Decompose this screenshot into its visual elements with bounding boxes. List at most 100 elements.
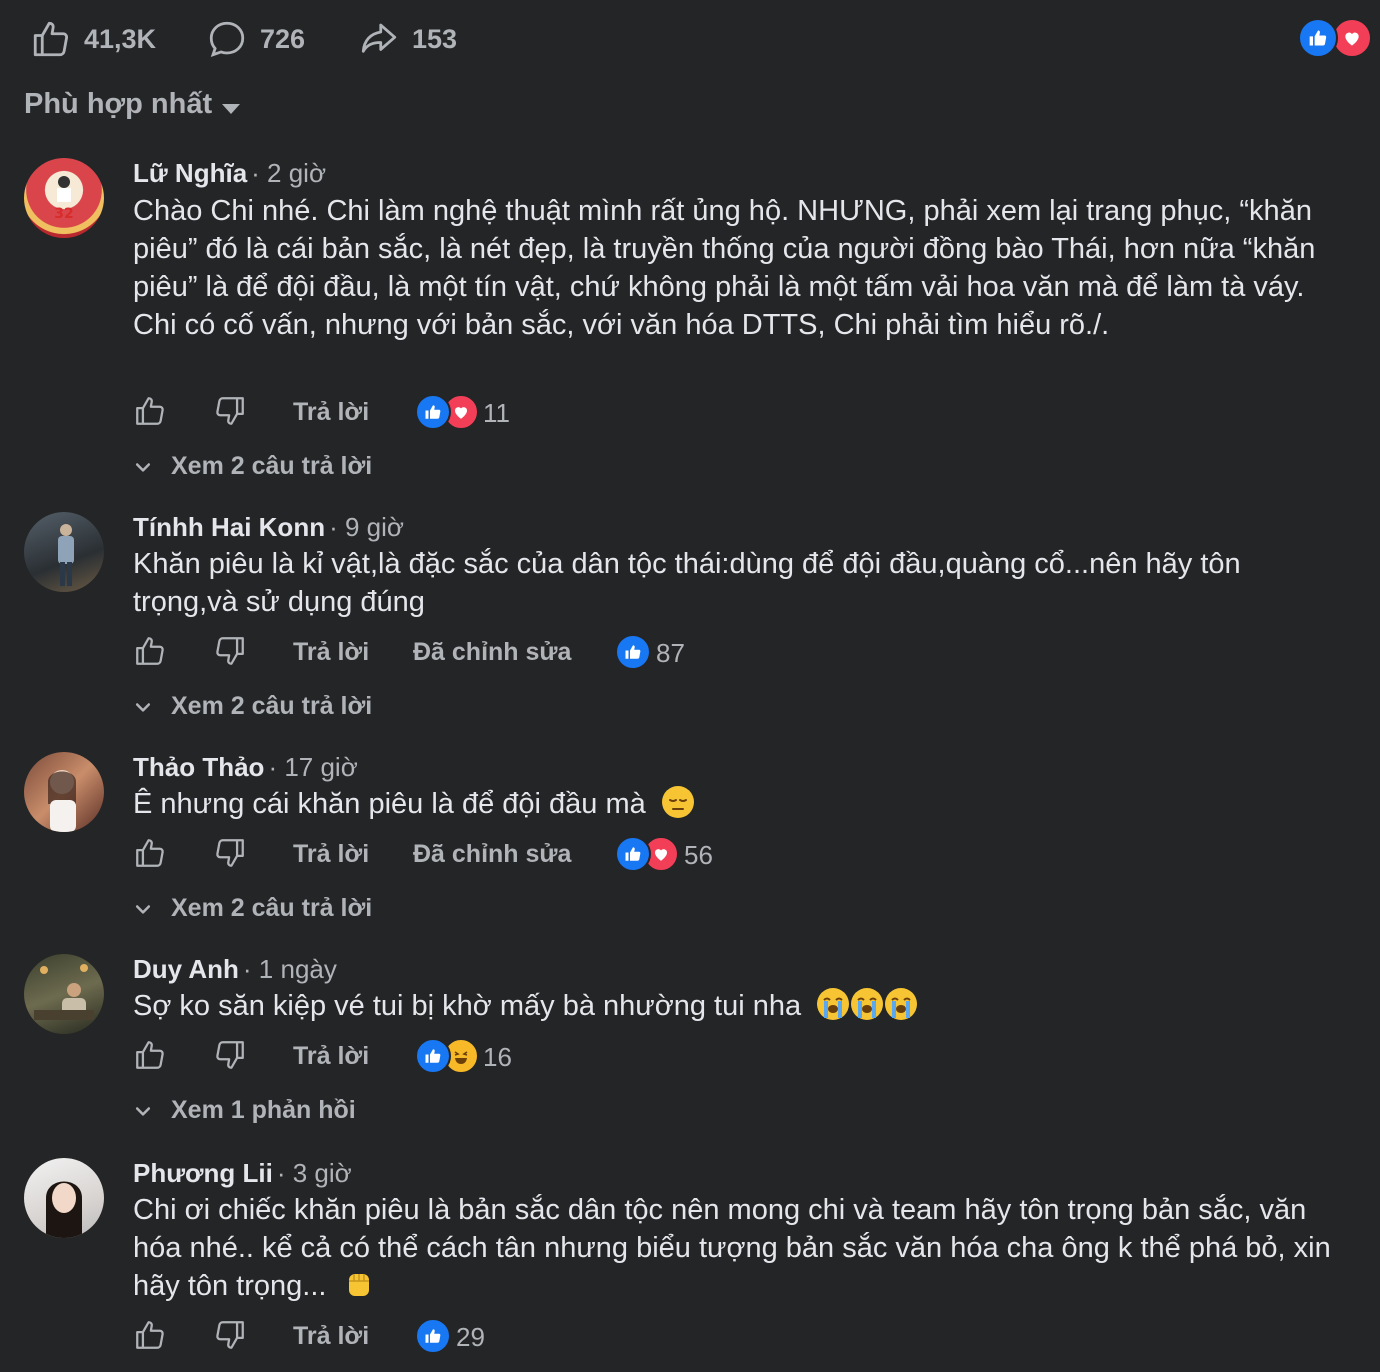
comment-text: Khăn piêu là kỉ vật,là đặc sắc của dân t… [133,548,1241,618]
share-button[interactable]: 153 [358,18,457,60]
caret-down-icon [222,103,241,114]
comment-body: Ê nhưng cái khăn piêu là để đội đầu mà [133,785,1333,823]
comment-time[interactable]: · 1 ngày [243,954,337,984]
author-name[interactable]: Thảo Thảo [133,752,264,782]
comment-actions: Trả lời Đã chỉnh sửa 87 [133,634,1333,674]
like-icon [1298,18,1338,58]
comment-body: Chi ơi chiếc khăn piêu là bản sắc dân tộ… [133,1191,1333,1305]
thumbs-down-icon[interactable] [213,634,247,668]
sort-dropdown[interactable]: Phù hợp nhất [24,88,241,121]
avatar-image [58,524,74,586]
avatar[interactable] [24,954,104,1034]
like-icon [615,836,651,872]
avatar[interactable]: 32 [24,158,104,238]
reaction-count[interactable]: 16 [483,1042,512,1073]
comment-body: Sợ ko săn kiệp vé tui bị khờ mấy bà nhườ… [133,987,1333,1025]
like-icon [615,634,651,670]
comment-time[interactable]: · 17 giờ [268,752,357,782]
comment-header: Tínhh Hai Konn · 9 giờ [133,512,404,543]
comment-header: Phương Lii · 3 giờ [133,1158,352,1189]
comment-header: Lữ Nghĩa · 2 giờ [133,158,326,189]
view-replies-button[interactable]: Xem 2 câu trả lời [133,452,372,481]
thumbs-up-icon[interactable] [133,1318,167,1352]
love-icon [1332,18,1372,58]
reaction-count[interactable]: 87 [656,638,685,669]
comment-time[interactable]: · 3 giờ [277,1158,352,1188]
reaction-count[interactable]: 11 [483,398,510,429]
comment-header: Duy Anh · 1 ngày [133,954,337,985]
avatar[interactable] [24,752,104,832]
chevron-down-icon [135,462,151,472]
view-replies-button[interactable]: Xem 1 phản hồi [133,1096,356,1125]
post-reactions[interactable] [1298,18,1372,58]
avatar-image [34,964,94,1020]
like-icon [415,394,451,430]
comment-actions: Trả lời 29 [133,1318,1333,1358]
share-count: 153 [412,23,458,54]
comment-reactions[interactable] [415,1318,451,1354]
thumbs-up-icon[interactable] [133,634,167,668]
thumbs-down-icon[interactable] [213,836,247,870]
reply-button[interactable]: Trả lời [293,638,369,667]
view-replies-button[interactable]: Xem 2 câu trả lời [133,692,372,721]
share-icon [361,23,397,53]
avatar-image [46,1181,82,1238]
comment-text: Sợ ko săn kiệp vé tui bị khờ mấy bà nhườ… [133,990,802,1022]
thumbs-up-icon [33,21,69,57]
sort-label: Phù hợp nhất [24,88,213,120]
avatar[interactable] [24,512,104,592]
view-replies-label: Xem 2 câu trả lời [171,452,373,480]
comment-actions: Trả lời 11 [133,394,1333,434]
raised-fist-emoji [343,1268,375,1300]
like-icon [415,1318,451,1354]
like-button[interactable]: 41,3K [30,18,156,60]
reaction-count[interactable]: 56 [684,840,713,871]
view-replies-label: Xem 2 câu trả lời [171,894,373,922]
author-name[interactable]: Duy Anh [133,954,239,984]
comment-actions: Trả lời 16 [133,1038,1333,1078]
chevron-down-icon [135,1106,151,1116]
comment-count: 726 [260,23,306,54]
like-count: 41,3K [84,23,157,54]
edited-label: Đã chỉnh sửa [413,638,572,666]
comment-time[interactable]: · 2 giờ [251,158,326,188]
avatar-image: 32 [54,176,74,222]
view-replies-button[interactable]: Xem 2 câu trả lời [133,894,372,923]
avatar[interactable] [24,1158,104,1238]
comment-reactions[interactable] [615,634,651,670]
loudly-crying-face-emoji [885,988,918,1020]
comment-reactions[interactable] [415,394,485,430]
reply-button[interactable]: Trả lời [293,1322,369,1351]
author-name[interactable]: Lữ Nghĩa [133,158,247,188]
reply-button[interactable]: Trả lời [293,840,369,869]
thumbs-up-icon[interactable] [133,1038,167,1072]
view-replies-label: Xem 1 phản hồi [171,1096,356,1124]
svg-text:32: 32 [54,206,73,222]
pensive-face-emoji [661,786,694,818]
reply-button[interactable]: Trả lời [293,398,369,427]
comment-reactions[interactable] [415,1038,485,1074]
comment-text: Chi ơi chiếc khăn piêu là bản sắc dân tộ… [133,1194,1331,1302]
loudly-crying-face-emoji [817,988,850,1020]
comment-icon [209,21,245,58]
comment-text: Ê nhưng cái khăn piêu là để đội đầu mà [133,788,646,820]
avatar-image [48,770,76,832]
author-name[interactable]: Tínhh Hai Konn [133,512,325,542]
thumbs-up-icon[interactable] [133,836,167,870]
chevron-down-icon [135,904,151,914]
reply-button[interactable]: Trả lời [293,1042,369,1071]
comment-reactions[interactable] [615,836,685,872]
comment-button[interactable]: 726 [206,18,305,60]
comment-actions: Trả lời Đã chỉnh sửa 56 [133,836,1333,876]
thumbs-down-icon[interactable] [213,394,247,428]
post-stats-bar: 41,3K 726 153 [0,0,1380,80]
loudly-crying-face-emoji [851,988,884,1020]
thumbs-up-icon[interactable] [133,394,167,428]
thumbs-down-icon[interactable] [213,1318,247,1352]
comment-time[interactable]: · 9 giờ [329,512,404,542]
like-icon [415,1038,451,1074]
thumbs-down-icon[interactable] [213,1038,247,1072]
reaction-count[interactable]: 29 [456,1322,485,1353]
view-replies-label: Xem 2 câu trả lời [171,692,373,720]
author-name[interactable]: Phương Lii [133,1158,273,1188]
